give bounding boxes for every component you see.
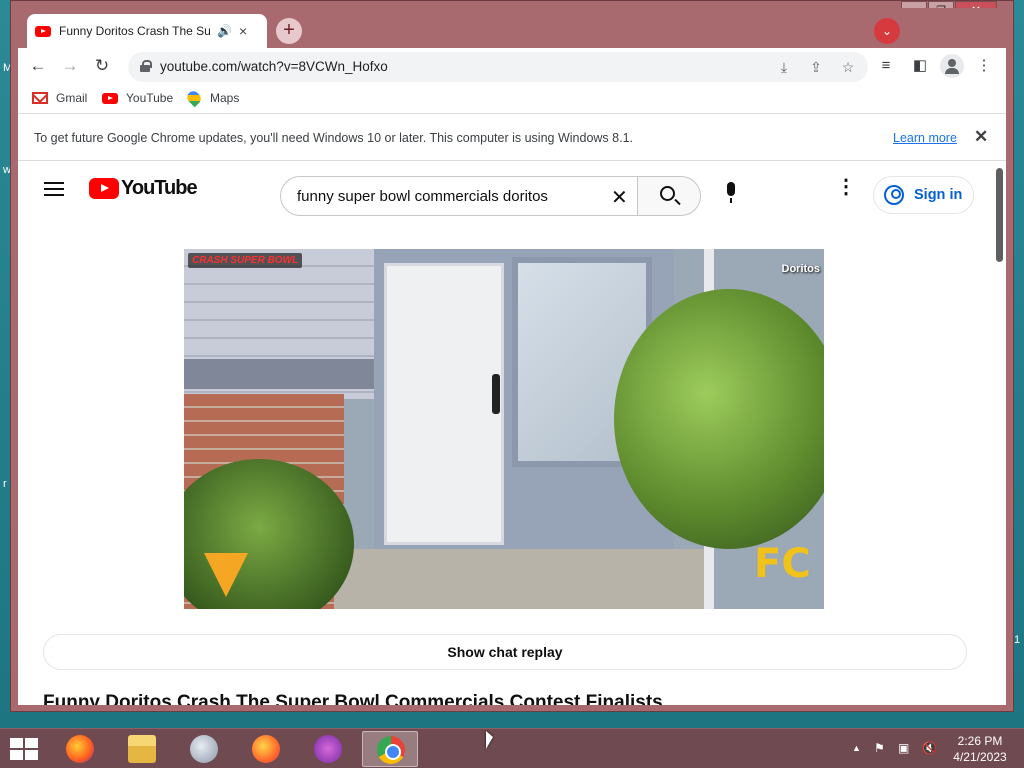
search-query[interactable]: funny super bowl commercials doritos [297, 188, 548, 205]
tray-up-arrow-icon[interactable]: ▲ [852, 743, 861, 753]
network-icon[interactable]: ▣ [898, 741, 909, 755]
bookmark-label: YouTube [126, 91, 174, 105]
video-player[interactable]: CRASH SUPER BOWL Doritos FC [184, 249, 824, 609]
sign-in-button[interactable]: Sign in [873, 176, 974, 214]
infobar-message: To get future Google Chrome updates, you… [34, 131, 633, 145]
chrome-icon [377, 736, 405, 764]
show-chat-replay-button[interactable]: Show chat replay [43, 634, 967, 670]
clock-date: 4/21/2023 [953, 750, 1007, 764]
thunderbird-icon [190, 735, 218, 763]
taskbar-file-explorer[interactable] [114, 731, 170, 767]
crash-super-bowl-badge: CRASH SUPER BOWL [188, 253, 303, 268]
volume-muted-icon[interactable]: 🔇 [922, 741, 937, 755]
learn-more-link[interactable]: Learn more [893, 131, 957, 145]
browser-content: Funny Doritos Crash The Super Bowl 🔊 × +… [18, 8, 1006, 705]
url-text[interactable]: youtube.com/watch?v=8VCWn_Hofxo [160, 59, 388, 74]
bookmark-star-icon[interactable]: ☆ [838, 57, 858, 77]
maps-icon [184, 88, 204, 108]
video-scene-step [334, 549, 714, 609]
scrollbar-thumb[interactable] [996, 168, 1003, 262]
install-app-icon[interactable]: ⤓ [774, 57, 794, 77]
youtube-logo[interactable]: YouTube [89, 177, 198, 200]
bookmark-label: Maps [210, 91, 240, 105]
taskbar-thunderbird[interactable] [176, 731, 232, 767]
account-icon [884, 185, 904, 205]
folder-icon [128, 735, 156, 763]
sign-in-label: Sign in [914, 187, 963, 203]
windows-start-icon[interactable] [10, 738, 38, 760]
tab-title: Funny Doritos Crash The Super Bowl [59, 24, 211, 38]
reload-icon[interactable]: ↻ [90, 54, 114, 78]
firefox-icon [252, 735, 280, 763]
chrome-menu-icon[interactable]: ⋮ [974, 56, 994, 76]
search-input[interactable]: funny super bowl commercials doritos ✕ [280, 176, 638, 216]
gmail-icon [32, 92, 48, 104]
hamburger-menu-icon[interactable] [44, 182, 64, 196]
tab-strip: Funny Doritos Crash The Super Bowl 🔊 × +… [18, 8, 1006, 48]
search-button[interactable] [637, 176, 701, 216]
firefox-icon [66, 735, 94, 763]
mask-icon [314, 735, 342, 763]
side-panel-icon[interactable]: ◧ [910, 56, 930, 76]
bookmark-label: Gmail [56, 91, 88, 105]
doritos-watermark: Doritos [781, 263, 821, 275]
new-tab-button[interactable]: + [276, 18, 302, 44]
youtube-icon [102, 92, 118, 104]
desktop-icon-label: 1 [1014, 634, 1021, 646]
mouse-cursor [486, 731, 493, 749]
bookmarks-bar: Gmail YouTube Maps [18, 84, 1006, 114]
video-title: Funny Doritos Crash The Super Bowl Comme… [43, 692, 663, 705]
speaker-icon[interactable]: 🔊 [217, 24, 232, 38]
video-scene-door-handle [492, 374, 500, 414]
address-bar[interactable]: youtube.com/watch?v=8VCWn_Hofxo ⤓ ⇪ ☆ [128, 52, 868, 82]
video-scene-front-door [384, 263, 504, 545]
share-icon[interactable]: ⇪ [806, 57, 826, 77]
system-clock[interactable]: 2:26 PM 4/21/2023 [946, 733, 1014, 765]
dorito-chip-icon [204, 553, 248, 597]
channel-corner-logo: FC [754, 541, 811, 587]
bookmark-maps[interactable]: Maps [184, 88, 240, 108]
media-controls-icon[interactable]: ≡ [876, 56, 896, 76]
taskbar-chrome[interactable] [362, 731, 418, 767]
profile-avatar-icon[interactable] [940, 54, 964, 78]
taskbar-mask-app[interactable] [300, 731, 356, 767]
back-arrow-icon[interactable]: ← [26, 54, 50, 78]
infobar-close-icon[interactable]: ✕ [974, 127, 988, 147]
chrome-window: — ❐ ✕ Funny Doritos Crash The Super Bowl… [10, 0, 1014, 712]
bookmark-gmail[interactable]: Gmail [32, 91, 87, 105]
desktop-icon-label: r [3, 478, 7, 490]
lock-icon[interactable] [140, 60, 152, 72]
youtube-logo-text: YouTube [121, 177, 198, 199]
clear-search-icon[interactable]: ✕ [611, 185, 628, 210]
tab-search-button[interactable]: ⌄ [874, 18, 900, 44]
video-scene-eave [184, 359, 379, 389]
taskbar: ▲ ⚑ ▣ 🔇 2:26 PM 4/21/2023 [0, 728, 1024, 768]
more-options-icon[interactable]: ⋮ [836, 177, 856, 197]
search-icon [660, 186, 675, 201]
youtube-page: YouTube funny super bowl commercials dor… [18, 162, 1006, 705]
taskbar-firefox-alt[interactable] [238, 731, 294, 767]
clock-time: 2:26 PM [957, 734, 1003, 748]
browser-toolbar: ← → ↻ youtube.com/watch?v=8VCWn_Hofxo ⤓ … [18, 48, 1006, 84]
youtube-play-icon [89, 178, 119, 199]
youtube-favicon-icon [35, 25, 51, 37]
tab-active[interactable]: Funny Doritos Crash The Super Bowl 🔊 × [27, 14, 267, 48]
taskbar-firefox[interactable] [52, 731, 108, 767]
bookmark-youtube[interactable]: YouTube [102, 91, 173, 105]
action-center-flag-icon[interactable]: ⚑ [874, 741, 885, 755]
microphone-icon[interactable] [720, 182, 744, 206]
page-scrollbar[interactable] [993, 162, 1006, 705]
forward-arrow-icon[interactable]: → [58, 54, 82, 78]
tab-close-icon[interactable]: × [239, 23, 247, 39]
update-infobar: To get future Google Chrome updates, you… [18, 115, 1006, 161]
